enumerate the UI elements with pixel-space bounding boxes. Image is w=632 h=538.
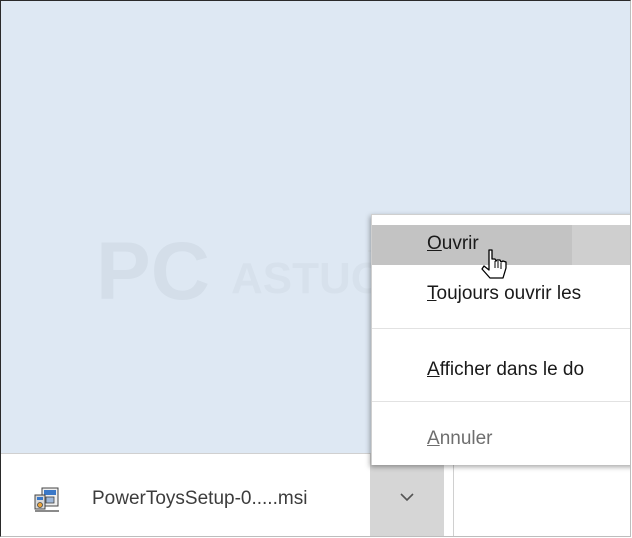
menu-item-open-label: Ouvrir	[427, 233, 479, 255]
menu-separator	[372, 328, 630, 329]
label-rest: uvrir	[441, 233, 479, 254]
accel-o: O	[427, 233, 442, 254]
menu-item-show-in-folder-label: Afficher dans le do	[427, 359, 584, 381]
menu-item-cancel[interactable]: Annuler	[372, 420, 630, 460]
download-shelf: PowerToysSetup-0.....msi	[1, 453, 630, 536]
browser-window: PC ASTUCES PowerToysSetup-0.....msi Ouvr…	[0, 0, 631, 537]
label-rest: nnuler	[439, 428, 493, 449]
download-item-divider	[453, 454, 454, 536]
accel-t: T	[427, 283, 437, 304]
msi-installer-icon	[34, 487, 59, 512]
menu-item-cancel-label: Annuler	[427, 428, 493, 450]
download-item[interactable]: PowerToysSetup-0.....msi	[1, 454, 454, 536]
accel-a: A	[427, 428, 440, 449]
menu-item-show-in-folder[interactable]: Afficher dans le do	[372, 351, 630, 391]
mouse-pointer-icon	[481, 249, 507, 279]
menu-separator	[372, 401, 630, 402]
chevron-down-icon	[400, 493, 414, 502]
accel-a: A	[427, 359, 440, 380]
download-options-button[interactable]	[370, 454, 444, 536]
label-rest: fficher dans le do	[439, 359, 585, 380]
download-file-name: PowerToysSetup-0.....msi	[92, 488, 308, 509]
watermark-pc: PC	[96, 226, 210, 317]
